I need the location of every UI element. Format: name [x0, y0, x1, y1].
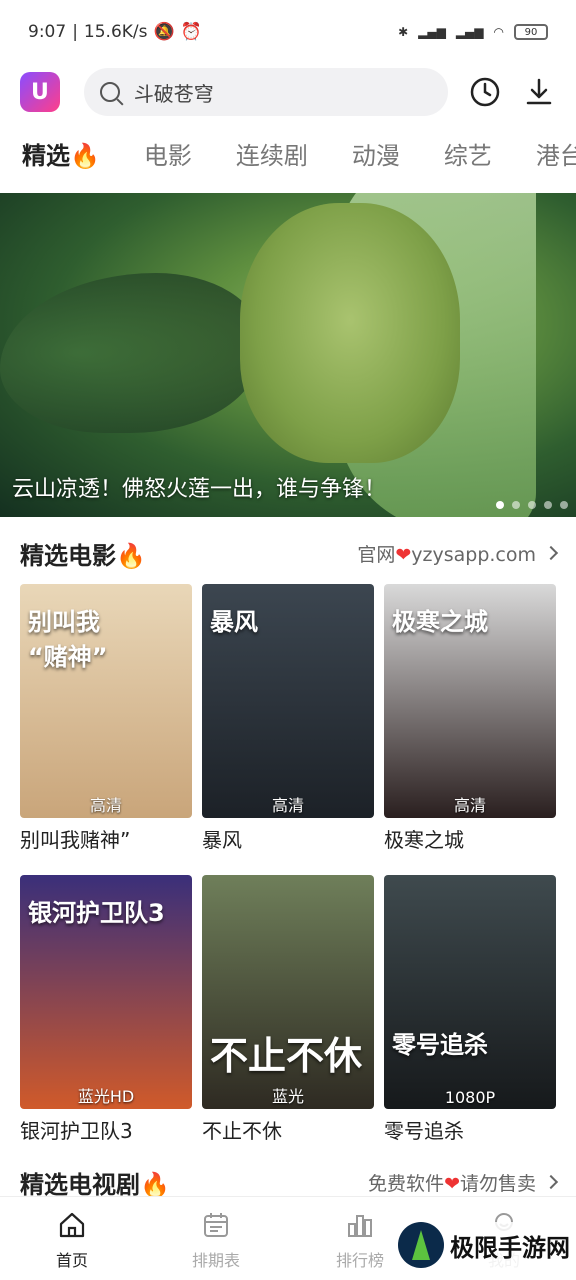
section-movies-header: 精选电影🔥 官网❤yzysapp.com [0, 533, 576, 573]
network-speed: 15.6K/s [83, 22, 148, 42]
battery-icon: 90 [514, 24, 548, 40]
tab-hk-tw[interactable]: 港台 [536, 136, 576, 171]
movie-poster[interactable]: 不止不休 蓝光 [202, 875, 374, 1109]
movie-card[interactable]: 暴风 高清 暴风 [202, 584, 374, 853]
movie-title[interactable]: 别叫我赌神” [20, 824, 192, 853]
heart-icon: ❤ [444, 1172, 460, 1195]
quality-badge: 1080P [444, 1088, 496, 1107]
movie-card[interactable]: 零号追杀 1080P 零号追杀 [384, 875, 556, 1144]
tab-anime[interactable]: 动漫 [352, 136, 400, 171]
tab-featured[interactable]: 精选🔥 [22, 136, 100, 171]
wifi-icon: ◠ [493, 25, 504, 39]
movie-card[interactable]: 极寒之城 高清 极寒之城 [384, 584, 556, 853]
banner-art-leaf [0, 273, 260, 433]
movie-card[interactable]: 银河护卫队3 蓝光HD 银河护卫队3 [20, 875, 192, 1144]
banner-dot[interactable] [528, 501, 536, 509]
hero-banner[interactable]: 云山凉透！佛怒火莲一出，谁与争锋！ [0, 193, 576, 517]
movie-poster[interactable]: 暴风高清 [202, 584, 374, 818]
banner-dot[interactable] [544, 501, 552, 509]
nav-home[interactable]: 首页 [0, 1197, 144, 1280]
movie-card[interactable]: 别叫我 “赌神” 高清别叫我赌神” [20, 584, 192, 853]
quality-badge: 高清 [453, 796, 486, 815]
search-icon [99, 82, 120, 102]
movie-poster[interactable]: 别叫我 “赌神” 高清 [20, 584, 192, 818]
app-header: U 斗破苍穹 [0, 66, 576, 118]
banner-dot[interactable] [560, 501, 568, 509]
ranking-icon [344, 1209, 376, 1241]
poster-title-art: 零号追杀 [392, 1031, 488, 1059]
mute-icon: 🔕 [153, 22, 175, 42]
poster-title-art: 银河护卫队3 [28, 899, 165, 927]
banner-dot[interactable] [496, 501, 504, 509]
tab-movies[interactable]: 电影 [144, 136, 192, 171]
quality-badge: 高清 [89, 796, 122, 815]
status-bar: 9:07 | 15.6K/s 🔕 ⏰ ✱ ▂▄▆ ▂▄▆ ◠ 90 [0, 0, 576, 64]
chevron-right-icon [543, 1174, 559, 1190]
chevron-right-icon [543, 545, 559, 561]
movie-title[interactable]: 零号追杀 [384, 1115, 556, 1144]
section-more-link[interactable]: 免费软件❤请勿售卖 [368, 1169, 559, 1196]
quality-badge: 高清 [271, 796, 304, 815]
movie-title[interactable]: 暴风 [202, 824, 374, 853]
poster-title-art: 极寒之城 [392, 608, 488, 636]
movie-title[interactable]: 不止不休 [202, 1115, 374, 1144]
movie-poster[interactable]: 银河护卫队3 蓝光HD [20, 875, 192, 1109]
tab-series[interactable]: 连续剧 [236, 136, 308, 171]
site-watermark: 极限手游网 [398, 1222, 570, 1268]
signal-icon: ▂▄▆ [418, 25, 446, 39]
section-title: 精选电视剧🔥 [20, 1170, 170, 1199]
home-icon [56, 1209, 88, 1241]
poster-title-art: 别叫我 “赌神” [28, 608, 108, 671]
quality-badge: 蓝光 [271, 1087, 304, 1106]
movie-grid: 别叫我 “赌神” 高清 别叫我赌神” 暴风 高清 暴风 极寒之城 高清 极寒之城 银河护卫队3 蓝光… [20, 584, 558, 1144]
quality-badge: 蓝光HD [77, 1087, 135, 1106]
download-icon[interactable] [522, 75, 556, 109]
heart-icon: ❤ [395, 543, 412, 566]
poster-title-art: 不止不休 [210, 1034, 363, 1078]
search-bar[interactable]: 斗破苍穹 [83, 68, 449, 116]
history-icon[interactable] [468, 75, 502, 109]
banner-art-face [240, 203, 460, 463]
section-title: 精选电影🔥 [20, 541, 146, 570]
category-tabs: 精选🔥 电影 连续剧 动漫 综艺 港台 [0, 126, 576, 180]
search-input[interactable]: 斗破苍穹 [134, 78, 214, 107]
banner-pagination [496, 501, 568, 509]
movie-card[interactable]: 不止不休 蓝光 不止不休 [202, 875, 374, 1144]
banner-caption: 云山凉透！佛怒火莲一出，谁与争锋！ [12, 477, 387, 502]
alarm-icon: ⏰ [180, 22, 202, 42]
status-time: 9:07 [28, 22, 67, 42]
banner-dot[interactable] [512, 501, 520, 509]
app-logo[interactable]: U [20, 72, 60, 112]
poster-title-art: 暴风 [210, 608, 258, 636]
watermark-logo-icon [398, 1222, 444, 1268]
bluetooth-icon: ✱ [398, 25, 409, 39]
signal-icon-2: ▂▄▆ [455, 25, 484, 39]
tab-variety[interactable]: 综艺 [444, 136, 492, 171]
nav-schedule[interactable]: 排期表 [144, 1197, 288, 1280]
movie-title[interactable]: 极寒之城 [384, 824, 556, 853]
schedule-icon [200, 1209, 232, 1241]
movie-poster[interactable]: 极寒之城高清 [384, 584, 556, 818]
section-more-link[interactable]: 官网❤yzysapp.com [357, 540, 559, 567]
movie-title[interactable]: 银河护卫队3 [20, 1115, 192, 1144]
movie-poster[interactable]: 零号追杀 1080P [384, 875, 556, 1109]
